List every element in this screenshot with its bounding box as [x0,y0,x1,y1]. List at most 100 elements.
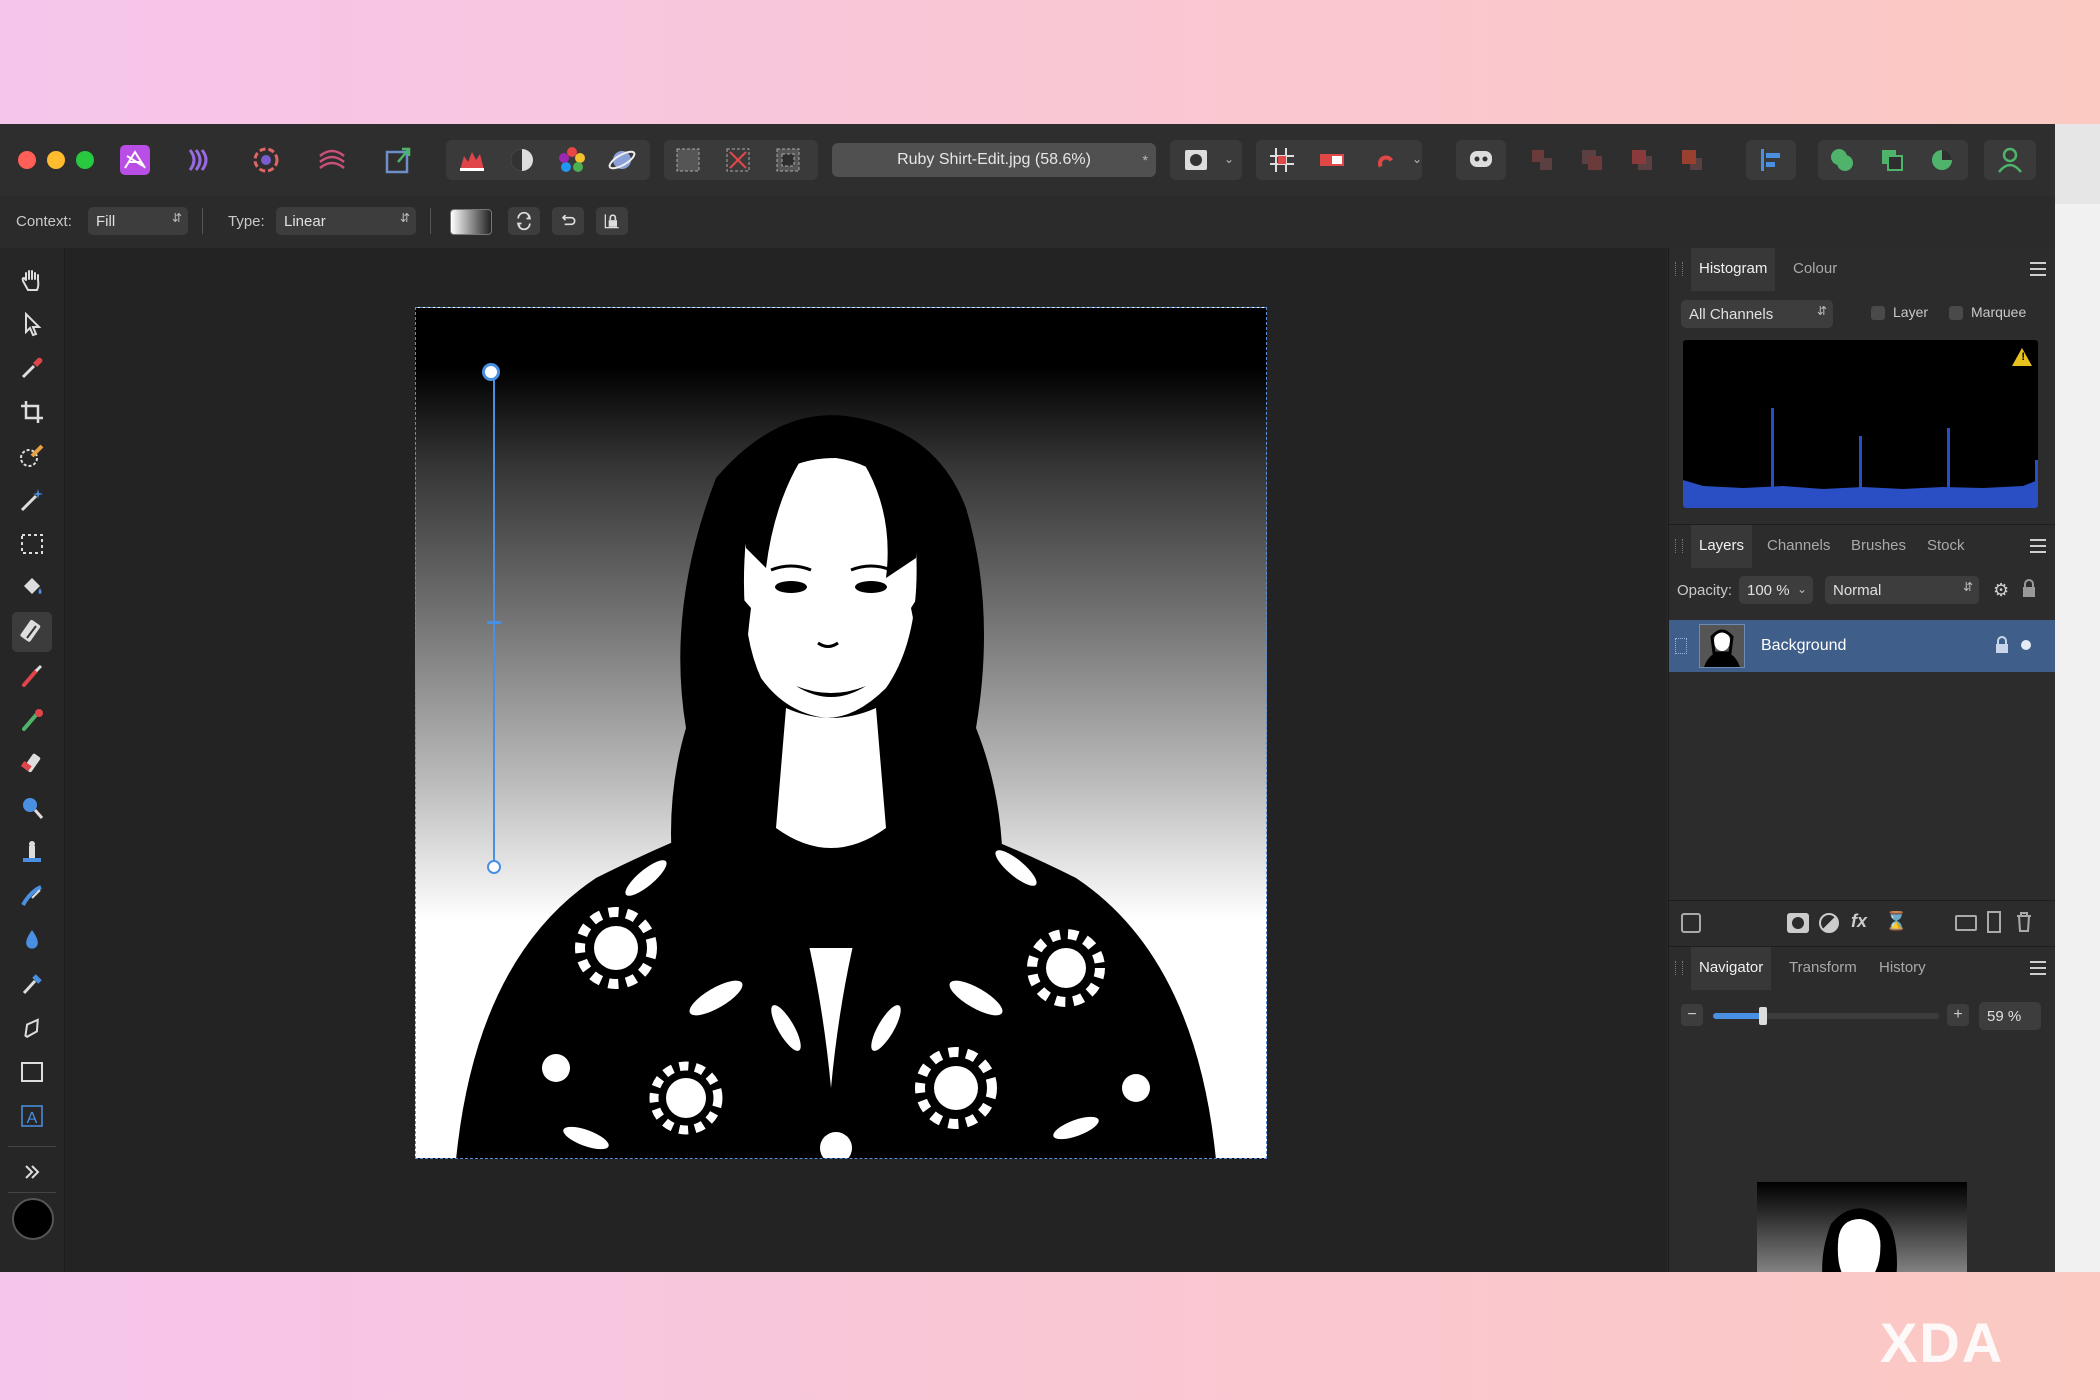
close-window-button[interactable] [18,151,36,169]
tone-mapping-persona-icon[interactable] [310,138,354,182]
tab-layers[interactable]: Layers [1691,525,1753,568]
arrange-front-icon[interactable] [1670,138,1714,182]
tab-histogram[interactable]: Histogram [1691,248,1776,291]
zoom-field[interactable]: 59 % [1979,1002,2041,1030]
intersect-boolean-icon[interactable] [1920,138,1964,182]
zoom-slider[interactable] [1713,1007,1939,1025]
marquee-icon[interactable] [12,524,52,564]
context-dropdown[interactable]: Fill ⇵ [88,207,188,235]
document-title-tab[interactable]: Ruby Shirt-Edit.jpg (58.6%) * [832,143,1156,177]
export-persona-icon[interactable] [376,138,420,182]
snapping-magnet-icon[interactable] [1362,138,1406,182]
primary-color-swatch[interactable] [12,1198,54,1240]
add-pixel-layer-icon[interactable] [1987,911,2001,933]
mask-layer-icon[interactable] [1787,913,1809,933]
zoom-slider-thumb[interactable] [1758,1007,1767,1025]
assistant-red-icon[interactable] [1310,138,1354,182]
blend-mode-dropdown[interactable]: Normal ⇵ [1825,576,1979,604]
invert-selection-icon[interactable] [766,138,810,182]
expand-tools-icon[interactable] [12,1152,52,1192]
lock-aspect-icon[interactable] [596,207,628,235]
gradient-icon[interactable] [12,612,52,652]
liquify-persona-icon[interactable] [178,138,222,182]
arrange-backward-icon[interactable] [1570,138,1614,182]
minimize-window-button[interactable] [47,151,65,169]
align-icon[interactable] [1749,138,1793,182]
auto-colors-icon[interactable] [550,138,594,182]
channels-dropdown[interactable]: All Channels ⇵ [1681,300,1833,328]
panel-grip-icon[interactable] [1675,262,1683,276]
gradient-start-handle[interactable] [482,363,500,381]
layer-visibility-dot[interactable] [2021,640,2031,650]
flood-select-icon[interactable] [12,480,52,520]
assistant-icon[interactable] [1459,138,1503,182]
gradient-line[interactable] [493,374,495,862]
crop-icon[interactable] [12,392,52,432]
layer-checkbox[interactable] [1871,306,1885,320]
levels-icon[interactable] [450,138,494,182]
panel-menu-icon[interactable] [2030,961,2046,979]
zoom-out-button[interactable]: − [1681,1004,1703,1026]
panel-grip-icon[interactable] [1675,539,1683,553]
selection-brush-icon[interactable] [12,436,52,476]
tab-navigator[interactable]: Navigator [1691,947,1772,990]
grid-icon[interactable] [1260,138,1304,182]
develop-persona-icon[interactable] [244,138,288,182]
panel-menu-icon[interactable] [2030,262,2046,280]
rectangle-icon[interactable] [12,1052,52,1092]
panel-menu-icon[interactable] [2030,539,2046,557]
gradient-end-handle[interactable] [487,860,501,874]
type-dropdown[interactable]: Linear ⇵ [276,207,416,235]
text-icon[interactable]: A [12,1096,52,1136]
fx-icon[interactable]: fx [1851,911,1867,932]
tab-history[interactable]: History [1879,959,1926,976]
layer-row[interactable]: Background [1669,620,2055,672]
quick-mask-icon[interactable] [1174,138,1218,182]
lock-icon[interactable] [2021,578,2037,603]
smudge-icon[interactable] [12,876,52,916]
pen-icon[interactable] [12,1008,52,1048]
erase-brush-icon[interactable] [12,744,52,784]
healing-icon[interactable] [12,964,52,1004]
layer-options-icon[interactable] [1681,913,1701,933]
color-picker-icon[interactable] [12,348,52,388]
document-close-icon[interactable]: * [1143,152,1148,168]
deselect-icon[interactable] [716,138,760,182]
tab-channels[interactable]: Channels [1767,537,1830,554]
opacity-field[interactable]: 100 % ⌄ [1739,576,1813,604]
hand-icon[interactable] [12,260,52,300]
dodge-icon[interactable] [12,788,52,828]
paint-brush-icon[interactable] [12,656,52,696]
layer-lock-icon[interactable] [1995,636,2009,659]
arrange-back-icon[interactable] [1520,138,1564,182]
account-icon[interactable] [1988,138,2032,182]
canvas-area[interactable] [65,248,1667,1272]
trash-icon[interactable] [2015,911,2033,938]
panel-grip-icon[interactable] [1675,961,1683,975]
rotate-gradient-icon[interactable] [552,207,584,235]
add-boolean-icon[interactable] [1820,138,1864,182]
tab-transform[interactable]: Transform [1789,959,1857,976]
snapping-chevron-down-icon[interactable]: ⌄ [1412,152,1422,166]
move-icon[interactable] [12,304,52,344]
tab-brushes[interactable]: Brushes [1851,537,1906,554]
gradient-midpoint-handle[interactable] [487,621,501,624]
zoom-in-button[interactable]: + [1947,1004,1969,1026]
blur-icon[interactable] [12,920,52,960]
flood-fill-icon[interactable] [12,568,52,608]
reverse-gradient-icon[interactable] [508,207,540,235]
tab-colour[interactable]: Colour [1793,260,1837,277]
gear-icon[interactable]: ⚙ [1993,580,2009,601]
live-filter-icon[interactable]: ⌛ [1885,911,1907,932]
zoom-window-button[interactable] [76,151,94,169]
color-replacement-icon[interactable] [12,700,52,740]
photo-persona-icon[interactable] [113,138,157,182]
subtract-boolean-icon[interactable] [1870,138,1914,182]
document-image[interactable] [415,307,1267,1159]
navigator-preview[interactable] [1757,1182,1967,1272]
arrange-forward-icon[interactable] [1620,138,1664,182]
auto-contrast-icon[interactable] [500,138,544,182]
quick-mask-chevron-down-icon[interactable]: ⌄ [1224,152,1234,166]
clone-icon[interactable] [12,832,52,872]
adjustment-layer-icon[interactable] [1819,913,1839,933]
